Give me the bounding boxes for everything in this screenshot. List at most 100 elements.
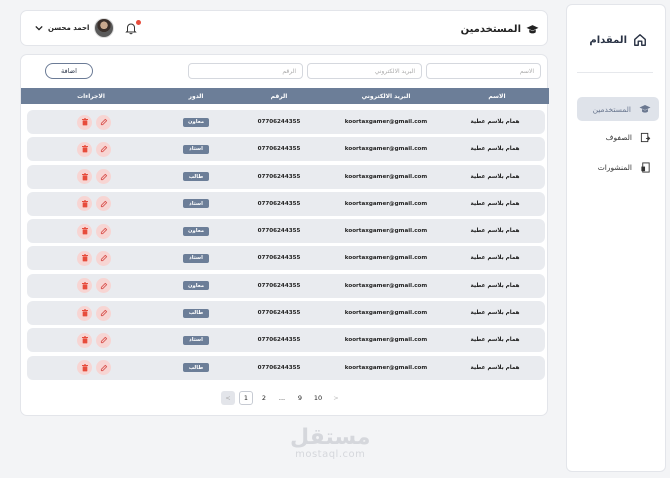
cell-actions: [27, 223, 161, 239]
table-header: الاسم البريد الالكتروني الرقم الدور الاج…: [21, 88, 549, 104]
role-badge: استاذ: [183, 199, 209, 209]
cell-email: koortaxgamer@gmail.com: [344, 255, 428, 262]
home-icon: [633, 33, 647, 47]
page-title-wrap: المستخدمين: [461, 20, 539, 39]
pagination: <1 2... 9 10 >: [221, 391, 343, 405]
trash-icon: [81, 364, 89, 372]
name-filter-input[interactable]: [426, 63, 541, 79]
watermark: مستقل mostaql.com: [290, 425, 371, 461]
sidebar-item-users[interactable]: المستخدمين: [577, 97, 659, 121]
table-row: همام بلاسم عطية koortaxgamer@gmail.com 077…: [27, 246, 545, 271]
pencil-icon: [100, 309, 108, 317]
cell-email: koortaxgamer@gmail.com: [344, 310, 428, 317]
edit-button[interactable]: [96, 332, 111, 348]
role-badge: استاذ: [183, 144, 209, 154]
pencil-icon: [100, 227, 108, 235]
delete-button[interactable]: [77, 278, 92, 294]
cell-actions: [27, 196, 161, 212]
watermark-logo: مستقل: [290, 425, 371, 450]
delete-button[interactable]: [77, 114, 92, 130]
column-header-phone: الرقم: [270, 92, 288, 100]
pencil-icon: [100, 118, 108, 126]
cell-name: همام بلاسم عطية: [470, 200, 520, 207]
cell-phone: 07706244355: [257, 173, 301, 180]
cell-role: معاون: [161, 117, 231, 127]
trash-icon: [81, 200, 89, 208]
cell-phone: 07706244355: [257, 255, 301, 262]
trash-icon: [81, 336, 89, 344]
edit-button[interactable]: [96, 250, 111, 266]
pencil-icon: [100, 173, 108, 181]
cell-role: طالب: [161, 308, 231, 318]
delete-button[interactable]: [77, 169, 92, 185]
edit-button[interactable]: [96, 278, 111, 294]
delete-button[interactable]: [77, 250, 92, 266]
notifications-button[interactable]: [125, 20, 142, 36]
delete-button[interactable]: [77, 332, 92, 348]
sidebar-item-label: المنشورات: [597, 162, 632, 172]
email-filter-input[interactable]: [307, 63, 422, 79]
table-body: همام بلاسم عطية koortaxgamer@gmail.com 077…: [27, 110, 545, 383]
column-header-actions: الاجراءات: [77, 92, 105, 100]
notification-dot: [136, 20, 142, 25]
brand-label: المقدام: [589, 34, 627, 46]
pencil-icon: [100, 145, 108, 153]
cell-email: koortaxgamer@gmail.com: [344, 228, 428, 235]
cell-role: استاذ: [161, 144, 231, 154]
sidebar-item-posts[interactable]: المنشورات: [577, 155, 659, 179]
user-menu[interactable]: احمد محسن: [35, 18, 142, 38]
edit-button[interactable]: [96, 196, 111, 212]
edit-button[interactable]: [96, 305, 111, 321]
cell-name: همام بلاسم عطية: [470, 337, 520, 344]
pencil-icon: [100, 200, 108, 208]
column-header-role: الدور: [188, 92, 204, 100]
pagination-page-10[interactable]: 10: [311, 391, 325, 405]
pagination-page-2[interactable]: 2: [257, 391, 271, 405]
delete-button[interactable]: [77, 141, 92, 157]
cell-phone: 07706244355: [257, 200, 301, 207]
delete-button[interactable]: [77, 223, 92, 239]
cell-actions: [27, 169, 161, 185]
delete-button[interactable]: [77, 360, 92, 376]
trash-icon: [81, 145, 89, 153]
edit-button[interactable]: [96, 169, 111, 185]
table-row: همام بلاسم عطية koortaxgamer@gmail.com 077…: [27, 137, 545, 162]
phone-filter-input[interactable]: [188, 63, 303, 79]
pagination-page-9[interactable]: 9: [293, 391, 307, 405]
pagination-page-1[interactable]: 1: [239, 391, 253, 405]
filters: [188, 63, 541, 79]
role-badge: استاذ: [183, 253, 209, 263]
table-row: همام بلاسم عطية koortaxgamer@gmail.com 077…: [27, 355, 545, 380]
cell-email: koortaxgamer@gmail.com: [344, 337, 428, 344]
edit-button[interactable]: [96, 360, 111, 376]
classes-icon: [640, 132, 651, 143]
edit-button[interactable]: [96, 141, 111, 157]
avatar[interactable]: [94, 18, 115, 38]
cell-name: همام بلاسم عطية: [470, 282, 520, 289]
table-row: همام بلاسم عطية koortaxgamer@gmail.com 077…: [27, 301, 545, 326]
delete-button[interactable]: [77, 305, 92, 321]
users-card: اضافة الاسم البريد الالكتروني الرقم الدو…: [20, 54, 549, 416]
cell-name: همام بلاسم عطية: [470, 228, 520, 235]
chevron-down-icon[interactable]: [35, 24, 43, 33]
pencil-icon: [100, 254, 108, 262]
add-user-button[interactable]: اضافة: [45, 63, 93, 79]
watermark-site: mostaql.com: [295, 449, 366, 460]
cell-phone: 07706244355: [257, 119, 301, 125]
table-row: همام بلاسم عطية koortaxgamer@gmail.com 077…: [27, 164, 545, 189]
brand[interactable]: المقدام: [589, 33, 647, 47]
cell-actions: [27, 250, 161, 266]
edit-button[interactable]: [96, 114, 111, 130]
cell-email: koortaxgamer@gmail.com: [344, 200, 428, 207]
pagination-next-button[interactable]: >: [329, 391, 343, 405]
cell-name: همام بلاسم عطية: [470, 364, 520, 371]
role-badge: طالب: [183, 363, 209, 373]
pagination-page-...[interactable]: ...: [275, 391, 289, 405]
cell-actions: [27, 305, 161, 321]
pagination-prev-button[interactable]: <: [221, 391, 235, 405]
edit-button[interactable]: [96, 223, 111, 239]
sidebar-item-classes[interactable]: الصفوف: [577, 125, 659, 149]
cell-role: معاون: [161, 281, 231, 291]
delete-button[interactable]: [77, 196, 92, 212]
trash-icon: [81, 309, 89, 317]
